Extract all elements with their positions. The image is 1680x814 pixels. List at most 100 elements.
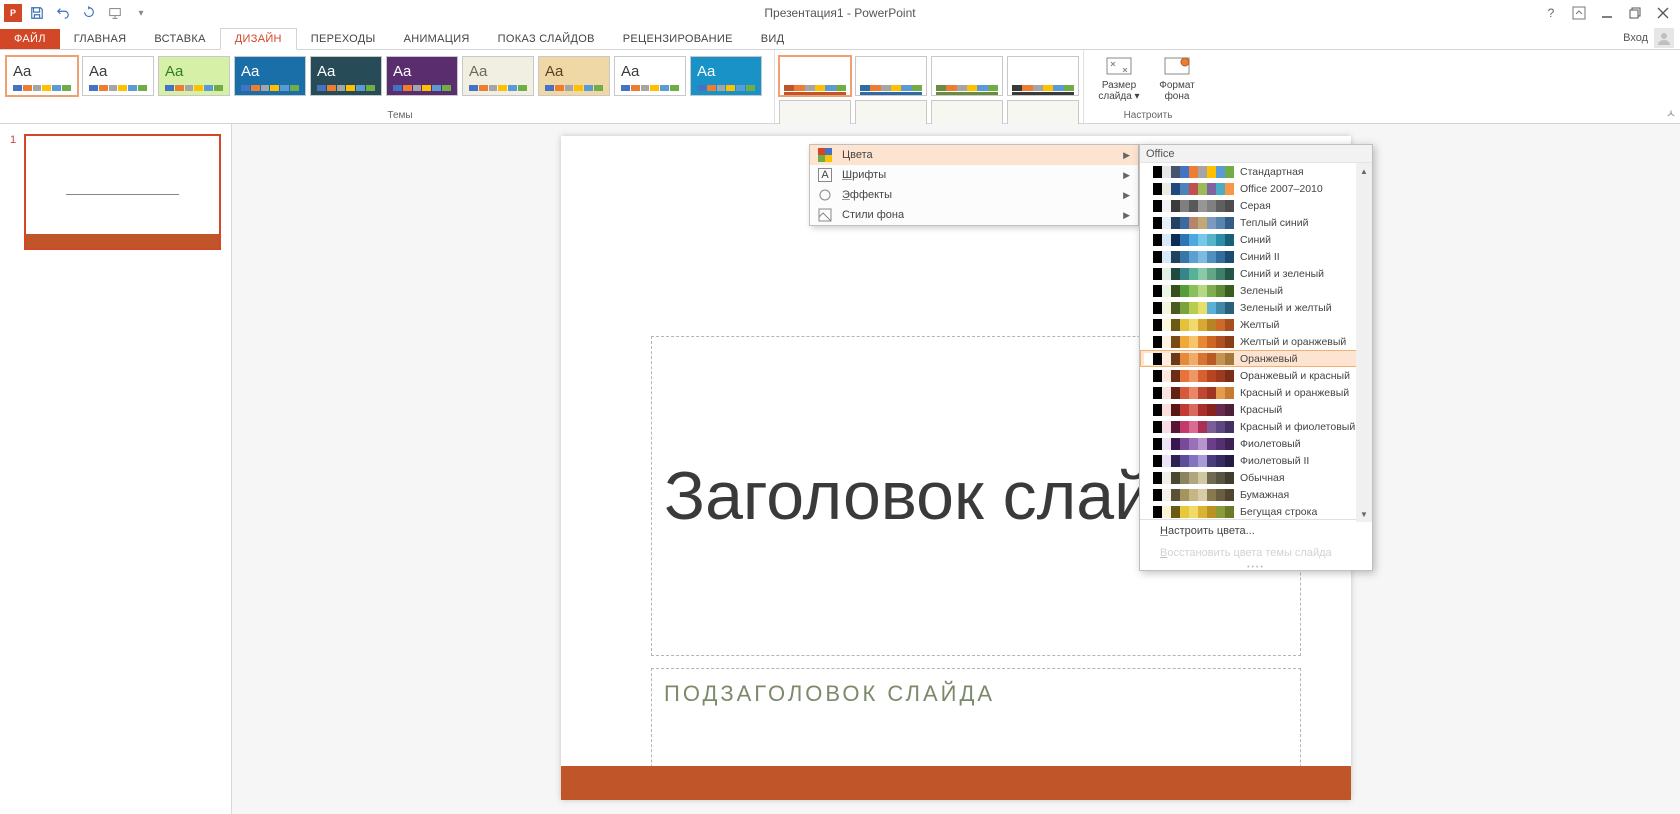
color-scheme-row[interactable]: Оранжевый и красный [1140,367,1372,384]
slide-thumbnail-1[interactable] [24,134,221,250]
chevron-right-icon: ▶ [1123,190,1130,201]
undo-icon[interactable] [52,2,74,24]
theme-thumb-5[interactable]: Aa [386,56,458,96]
tab-view[interactable]: ВИД [747,29,799,49]
color-scheme-row[interactable]: Серая [1140,197,1372,214]
app-icon: P [4,4,22,22]
slide-editor: Заголовок слайда ПОДЗАГОЛОВОК СЛАЙДА [232,124,1680,814]
themes-gallery: AaAaAaAaAaAaAaAaAaAa [0,50,768,98]
scroll-down-icon[interactable]: ▼ [1356,506,1372,522]
theme-thumb-1[interactable]: Aa [82,56,154,96]
color-scheme-row[interactable]: Бумажная [1140,486,1372,503]
tab-design[interactable]: ДИЗАЙН [220,28,297,50]
color-swatch [1144,217,1234,229]
help-icon[interactable]: ? [1538,2,1564,24]
customize-group-label: Настроить [1084,110,1212,121]
minimize-icon[interactable] [1594,2,1620,24]
color-scheme-row[interactable]: Красный и фиолетовый [1140,418,1372,435]
color-scheme-row[interactable]: Красный [1140,401,1372,418]
signin-label: Вход [1623,32,1648,44]
quick-access-toolbar: P ▾ [0,2,152,24]
color-scheme-row[interactable]: Фиолетовый II [1140,452,1372,469]
color-swatch [1144,268,1234,280]
variant-thumb-1[interactable] [855,56,927,96]
color-scheme-row[interactable]: Office 2007–2010 [1140,180,1372,197]
variant-thumb-0[interactable] [779,56,851,96]
theme-thumb-6[interactable]: Aa [462,56,534,96]
window-title: Презентация1 - PowerPoint [764,6,915,20]
signin-link[interactable]: Вход [1623,28,1674,48]
color-swatch [1144,438,1234,450]
color-scheme-row[interactable]: Стандартная [1140,163,1372,180]
color-scheme-row[interactable]: Синий [1140,231,1372,248]
theme-thumb-9[interactable]: Aa [690,56,762,96]
ribbonopts-icon[interactable] [1566,2,1592,24]
tab-transitions[interactable]: ПЕРЕХОДЫ [297,29,390,49]
color-swatch [1144,319,1234,331]
qat-more-icon[interactable]: ▾ [130,2,152,24]
color-scheme-row[interactable]: Теплый синий [1140,214,1372,231]
color-scheme-row[interactable]: Оранжевый [1140,350,1372,367]
tab-insert[interactable]: ВСТАВКА [140,29,219,49]
tab-file[interactable]: ФАЙЛ [0,29,60,49]
restore-icon[interactable] [1622,2,1648,24]
tab-review[interactable]: РЕЦЕНЗИРОВАНИЕ [609,29,747,49]
color-swatch [1144,166,1234,178]
tab-slideshow[interactable]: ПОКАЗ СЛАЙДОВ [484,29,609,49]
tab-animations[interactable]: АНИМАЦИЯ [390,29,484,49]
theme-thumb-0[interactable]: Aa [6,56,78,96]
color-scheme-row[interactable]: Обычная [1140,469,1372,486]
color-swatch [1144,472,1234,484]
variant-thumb-3[interactable] [1007,56,1079,96]
chevron-right-icon: ▶ [1123,150,1130,161]
chevron-right-icon: ▶ [1123,210,1130,221]
collapse-ribbon-icon[interactable]: ㅅ [1666,105,1676,121]
color-scheme-row[interactable]: Желтый и оранжевый [1140,333,1372,350]
format-background-button[interactable]: Формат фона [1152,56,1202,117]
color-swatch [1144,285,1234,297]
menu-fonts[interactable]: A Шрифты ▶ [810,165,1138,185]
close-icon[interactable] [1650,2,1676,24]
color-scheme-row[interactable]: Зеленый [1140,282,1372,299]
color-swatch [1144,251,1234,263]
color-swatch [1144,455,1234,467]
theme-thumb-3[interactable]: Aa [234,56,306,96]
menu-colors[interactable]: Цвета ▶ [810,145,1138,165]
customize-colors-action[interactable]: Настроить цвета... [1140,520,1372,542]
color-scheme-row[interactable]: Бегущая строка [1140,503,1372,519]
color-swatch [1144,370,1234,382]
color-scheme-row[interactable]: Зеленый и желтый [1140,299,1372,316]
tab-home[interactable]: ГЛАВНАЯ [60,29,141,49]
workspace: 1 Заголовок слайда ПОДЗАГОЛОВОК СЛАЙДА [0,124,1680,814]
color-scheme-row[interactable]: Синий II [1140,248,1372,265]
save-icon[interactable] [26,2,48,24]
slide-thumbnails-panel: 1 [0,124,232,814]
color-scheme-row[interactable]: Синий и зеленый [1140,265,1372,282]
redo-icon[interactable] [78,2,100,24]
scroll-up-icon[interactable]: ▲ [1356,163,1372,179]
theme-thumb-8[interactable]: Aa [614,56,686,96]
chevron-right-icon: ▶ [1123,170,1130,181]
resize-grip-icon[interactable]: •••• [1140,564,1372,570]
color-scheme-row[interactable]: Фиолетовый [1140,435,1372,452]
colors-flyout: Office ▲ ▼ СтандартнаяOffice 2007–2010Се… [1139,144,1373,571]
bgstyles-icon [818,208,832,222]
color-swatch [1144,234,1234,246]
theme-thumb-4[interactable]: Aa [310,56,382,96]
reset-colors-action: Восстановить цвета темы слайда [1140,542,1372,564]
color-swatch [1144,302,1234,314]
thumb-number: 1 [10,134,20,250]
color-scheme-list: СтандартнаяOffice 2007–2010СераяТеплый с… [1140,163,1372,519]
variant-thumb-2[interactable] [931,56,1003,96]
color-scheme-row[interactable]: Желтый [1140,316,1372,333]
menu-bg-styles[interactable]: Стили фона ▶ [810,205,1138,225]
color-swatch [1144,353,1234,365]
flyout-scrollbar[interactable]: ▲ ▼ [1356,163,1372,522]
color-swatch [1144,183,1234,195]
startfromfirst-icon[interactable] [104,2,126,24]
color-scheme-row[interactable]: Красный и оранжевый [1140,384,1372,401]
menu-effects[interactable]: Эффекты ▶ [810,185,1138,205]
theme-thumb-2[interactable]: Aa [158,56,230,96]
theme-thumb-7[interactable]: Aa [538,56,610,96]
slide-size-button[interactable]: Размер слайда ▾ [1094,56,1144,117]
